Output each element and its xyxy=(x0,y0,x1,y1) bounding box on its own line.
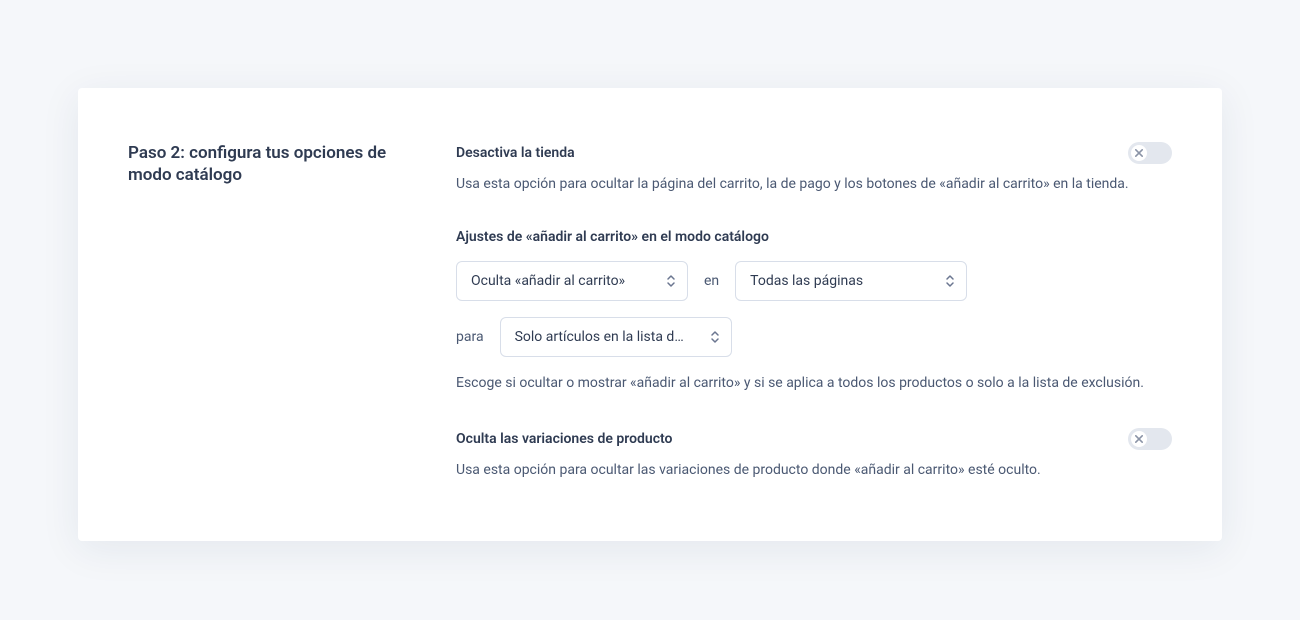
select-items-value: Solo artículos en la lista d… xyxy=(515,329,684,345)
disable-shop-description: Usa esta opción para ocultar la página d… xyxy=(456,174,1172,195)
section-header: Oculta las variaciones de producto xyxy=(456,428,1172,450)
settings-card: Paso 2: configura tus opciones de modo c… xyxy=(78,88,1222,541)
select-pages[interactable]: Todas las páginas xyxy=(735,261,967,301)
x-icon xyxy=(1135,435,1143,443)
variations-toggle[interactable] xyxy=(1128,428,1172,450)
add-to-cart-title: Ajustes de «añadir al carrito» en el mod… xyxy=(456,229,1172,245)
controls-row-2: para Solo artículos en la lista d… xyxy=(456,317,1172,357)
add-to-cart-description: Escoge si ocultar o mostrar «añadir al c… xyxy=(456,373,1172,394)
select-items[interactable]: Solo artículos en la lista d… xyxy=(500,317,732,357)
select-pages-wrap: Todas las páginas xyxy=(735,261,967,301)
section-variations: Oculta las variaciones de producto Usa e… xyxy=(456,428,1172,481)
connector-for: para xyxy=(456,329,484,345)
disable-shop-toggle[interactable] xyxy=(1128,142,1172,164)
left-column: Paso 2: configura tus opciones de modo c… xyxy=(128,142,398,481)
section-header: Desactiva la tienda xyxy=(456,142,1172,164)
variations-title: Oculta las variaciones de producto xyxy=(456,431,672,447)
connector-on: en xyxy=(704,273,719,289)
select-action-value: Oculta «añadir al carrito» xyxy=(471,273,625,289)
toggle-knob xyxy=(1131,431,1147,447)
section-add-to-cart: Ajustes de «añadir al carrito» en el mod… xyxy=(456,229,1172,394)
select-items-wrap: Solo artículos en la lista d… xyxy=(500,317,732,357)
select-action-wrap: Oculta «añadir al carrito» xyxy=(456,261,688,301)
select-pages-value: Todas las páginas xyxy=(750,273,863,289)
controls-row-1: Oculta «añadir al carrito» en Todas las … xyxy=(456,261,1172,301)
right-column: Desactiva la tienda Usa esta opción para… xyxy=(456,142,1172,481)
disable-shop-title: Desactiva la tienda xyxy=(456,145,575,161)
variations-description: Usa esta opción para ocultar las variaci… xyxy=(456,460,1172,481)
section-disable-shop: Desactiva la tienda Usa esta opción para… xyxy=(456,142,1172,195)
x-icon xyxy=(1135,149,1143,157)
select-action[interactable]: Oculta «añadir al carrito» xyxy=(456,261,688,301)
step-title: Paso 2: configura tus opciones de modo c… xyxy=(128,142,398,186)
toggle-knob xyxy=(1131,145,1147,161)
